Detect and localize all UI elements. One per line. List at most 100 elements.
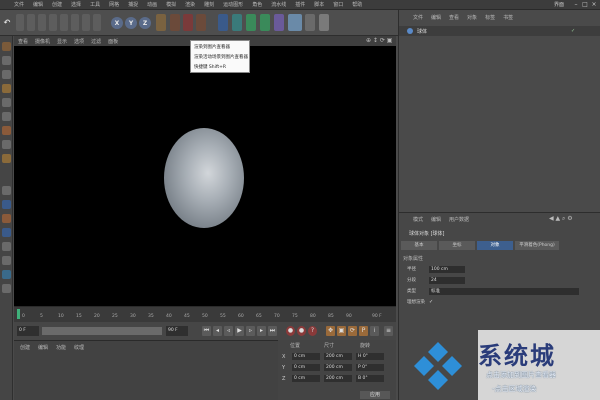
menu-item[interactable]: 雕刻 (204, 1, 214, 8)
menu-item[interactable]: 脚本 (314, 1, 324, 8)
live-select-icon[interactable] (16, 14, 24, 31)
lock-workplane-icon[interactable] (2, 200, 11, 209)
attr-menu-item[interactable]: 编辑 (431, 216, 441, 223)
menu-item[interactable]: 窗口 (333, 1, 343, 8)
viewport-menu-item[interactable]: 查看 (18, 38, 28, 45)
sphere-object[interactable] (164, 128, 244, 228)
frame-range-slider[interactable] (42, 327, 162, 335)
menu-item[interactable]: 插件 (295, 1, 305, 8)
tool-icon[interactable] (2, 270, 11, 279)
visibility-icon[interactable]: ✓ (571, 28, 575, 34)
apply-button[interactable]: 应用 (360, 391, 390, 399)
polygons-mode-icon[interactable] (2, 126, 11, 135)
prev-frame-icon[interactable]: ◃ (224, 326, 233, 336)
material-menu-item[interactable]: 纹理 (74, 344, 84, 351)
keyframe-selection-icon[interactable]: ? (308, 326, 317, 336)
z-axis-button[interactable]: Z (139, 17, 151, 29)
render-view-icon[interactable] (170, 14, 180, 31)
timeline-menu-icon[interactable]: ≡ (384, 326, 393, 336)
object-name[interactable]: 球体 (417, 28, 427, 35)
rotation-b-field[interactable]: B 0° (356, 375, 384, 382)
points-mode-icon[interactable] (2, 98, 11, 107)
workplane-settings-icon[interactable] (2, 228, 11, 237)
viewport-nav-icon[interactable]: ⊕ ↕ ⟳ ▣ (366, 37, 392, 44)
tab-phong[interactable]: 平滑着色(Phong) (515, 241, 559, 250)
auto-key-icon[interactable]: ● (297, 326, 306, 336)
next-frame-icon[interactable]: ▹ (246, 326, 255, 336)
light-icon[interactable] (319, 14, 329, 31)
object-menu-item[interactable]: 书签 (503, 14, 513, 21)
undo-icon[interactable]: ↶ (2, 14, 12, 31)
floor-icon[interactable] (288, 14, 302, 31)
menu-item[interactable]: 流水线 (271, 1, 286, 8)
material-menu-item[interactable]: 编辑 (38, 344, 48, 351)
viewport-menu-item[interactable]: 面板 (108, 38, 118, 45)
tool-icon[interactable] (82, 14, 90, 31)
menu-item[interactable]: 渲染 (185, 1, 195, 8)
playhead[interactable] (17, 309, 20, 319)
prev-key-icon[interactable]: ◂ (213, 326, 222, 336)
menu-item[interactable]: 捕捉 (128, 1, 138, 8)
position-key-icon[interactable]: ✥ (326, 326, 335, 336)
x-axis-button[interactable]: X (111, 17, 123, 29)
menu-item[interactable]: 动画 (147, 1, 157, 8)
rotation-p-field[interactable]: P 0° (356, 364, 384, 371)
menu-item[interactable]: 选择 (71, 1, 81, 8)
pen-icon[interactable] (232, 14, 242, 31)
attr-menu-item[interactable]: 用户数据 (449, 216, 469, 223)
model-mode-icon[interactable] (2, 56, 11, 65)
material-menu-item[interactable]: 功能 (56, 344, 66, 351)
render-perfect-checkbox[interactable]: ✓ (429, 299, 433, 305)
scale-key-icon[interactable]: ▣ (337, 326, 346, 336)
coordinate-system-icon[interactable] (156, 14, 166, 31)
tool-icon[interactable] (2, 284, 11, 293)
rotation-key-icon[interactable]: ⟳ (348, 326, 357, 336)
radius-field[interactable]: 100 cm (429, 265, 465, 273)
size-x-field[interactable]: 200 cm (324, 353, 352, 360)
viewport-menu-item[interactable]: 过滤 (91, 38, 101, 45)
edges-mode-icon[interactable] (2, 112, 11, 121)
recent-tool-icon[interactable] (60, 14, 68, 31)
object-menu-item[interactable]: 文件 (413, 14, 423, 21)
size-y-field[interactable]: 200 cm (324, 364, 352, 371)
tool-icon[interactable] (71, 14, 79, 31)
layout-label[interactable]: 界面 (554, 1, 564, 8)
attr-nav-icon[interactable]: ◀ ▲ ⌕ ⚙ (549, 215, 573, 223)
make-editable-icon[interactable] (2, 42, 11, 51)
viewport-menu-item[interactable]: 显示 (57, 38, 67, 45)
move-icon[interactable] (27, 14, 35, 31)
type-dropdown[interactable]: 标准 (429, 287, 579, 295)
deformer-icon[interactable] (274, 14, 284, 31)
render-to-picture-viewer-icon[interactable] (183, 14, 193, 31)
axis-mode-icon[interactable] (2, 140, 11, 149)
goto-end-icon[interactable]: ⏭ (268, 326, 277, 336)
object-menu-item[interactable]: 标签 (485, 14, 495, 21)
size-z-field[interactable]: 200 cm (324, 375, 352, 382)
minimize-icon[interactable]: – (572, 1, 580, 8)
attr-menu-item[interactable]: 模式 (413, 216, 423, 223)
object-menu-item[interactable]: 查看 (449, 14, 459, 21)
camera-icon[interactable] (305, 14, 315, 31)
menu-item[interactable]: 创建 (52, 1, 62, 8)
menu-item[interactable]: 帮助 (352, 1, 362, 8)
snap-icon[interactable] (2, 186, 11, 195)
menu-item[interactable]: 编辑 (33, 1, 43, 8)
start-frame-field[interactable]: 0 F (17, 326, 39, 336)
position-y-field[interactable]: 0 cm (292, 364, 320, 371)
workplane-icon[interactable] (2, 84, 11, 93)
tool-icon[interactable] (2, 256, 11, 265)
position-z-field[interactable]: 0 cm (292, 375, 320, 382)
menu-item[interactable]: 运动图形 (223, 1, 243, 8)
object-row[interactable]: 球体 ✓ (399, 26, 600, 36)
rotate-icon[interactable] (49, 14, 57, 31)
next-key-icon[interactable]: ▸ (257, 326, 266, 336)
maximize-icon[interactable]: □ (581, 1, 589, 8)
tab-basic[interactable]: 基本 (401, 241, 437, 250)
scale-icon[interactable] (38, 14, 46, 31)
close-icon[interactable]: × (590, 1, 598, 8)
object-menu-item[interactable]: 编辑 (431, 14, 441, 21)
segments-field[interactable]: 24 (429, 276, 465, 284)
viewport-menu-item[interactable]: 摄像机 (35, 38, 50, 45)
menu-item[interactable]: 模拟 (166, 1, 176, 8)
render-settings-icon[interactable] (196, 14, 206, 31)
